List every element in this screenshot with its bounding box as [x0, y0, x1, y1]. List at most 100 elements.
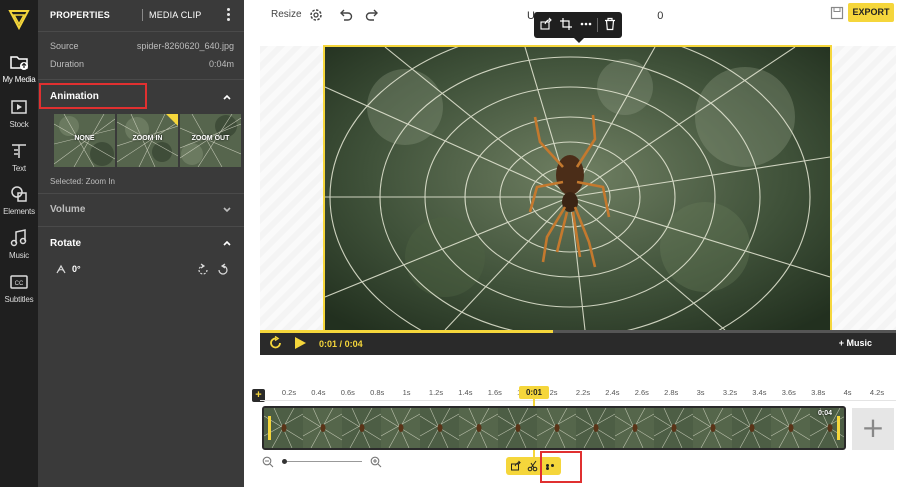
tab-properties[interactable]: PROPERTIES — [50, 10, 110, 20]
zoom-out-icon[interactable] — [262, 456, 274, 468]
animation-options: NONE ZOOM IN ZOOM OUT — [54, 114, 241, 167]
save-icon[interactable] — [829, 5, 845, 21]
rotate-row: 0° — [54, 262, 234, 278]
timeline-ruler[interactable]: 0.2s0.4s0.6s0.8s1s1.2s1.4s1.6s1.8s2s2.2s… — [260, 385, 896, 399]
add-music-button[interactable]: + Music — [839, 338, 872, 348]
zoom-in-icon[interactable] — [370, 456, 382, 468]
export-button[interactable]: EXPORT — [848, 3, 894, 22]
tab-divider — [142, 9, 143, 21]
progress-fill — [260, 330, 553, 333]
rotate-left-icon[interactable] — [196, 263, 210, 277]
floating-toolbar — [534, 12, 622, 43]
volume-title[interactable]: Volume — [50, 204, 85, 215]
timeline-tick-label: 1s — [402, 388, 411, 397]
rail-item-subtitles[interactable]: CC Subtitles — [0, 272, 38, 314]
animation-highlight — [39, 83, 147, 109]
trash-icon[interactable] — [603, 17, 617, 31]
split-scissors-icon[interactable] — [527, 460, 539, 472]
time-display: 0:01 / 0:04 — [319, 339, 363, 349]
rotate-value[interactable]: 0° — [72, 264, 81, 274]
filmstrip-frame — [575, 408, 616, 448]
source-row: Source spider-8260620_640.jpg — [50, 41, 234, 51]
video-track-clip[interactable]: 0:04 — [262, 406, 846, 450]
filmstrip-frame — [458, 408, 499, 448]
current-time: 0:01 — [319, 339, 338, 349]
timeline-tick-label: 3s — [696, 388, 705, 397]
timeline-tick-label: 4.2s — [869, 388, 885, 397]
rail-item-text[interactable]: Text — [0, 141, 38, 183]
animation-selected-text: Selected: Zoom In — [50, 177, 115, 186]
trim-handle-right[interactable] — [837, 416, 840, 440]
filmstrip-frame — [731, 408, 772, 448]
more-options-icon[interactable] — [579, 17, 593, 31]
animation-option-label: NONE — [74, 135, 95, 142]
timeline-tick-label: 2.8s — [664, 388, 679, 397]
redo-icon[interactable] — [364, 7, 380, 23]
svg-text:CC: CC — [15, 281, 24, 287]
replace-icon[interactable] — [510, 460, 522, 472]
toolbar-divider — [597, 18, 598, 32]
undo-icon[interactable] — [338, 7, 354, 23]
replace-icon[interactable] — [539, 17, 553, 31]
timeline-tick-label: 2.6s — [634, 388, 649, 397]
player-controls: 0:01 / 0:04 + Music — [260, 330, 896, 355]
time-separator: / — [339, 339, 343, 349]
rotate-title[interactable]: Rotate — [50, 238, 81, 249]
zoom-slider-track[interactable] — [284, 461, 362, 462]
rail-label: Stock — [9, 120, 29, 129]
source-value: spider-8260620_640.jpg — [136, 41, 234, 51]
clip-filmstrip — [264, 408, 844, 448]
rail-item-my-media[interactable]: My Media — [0, 52, 38, 94]
filmstrip-frame — [341, 408, 382, 448]
source-label: Source — [50, 41, 79, 51]
properties-panel: PROPERTIES MEDIA CLIP Source spider-8260… — [38, 0, 244, 487]
rail-item-music[interactable]: Music — [0, 228, 38, 270]
app-logo-icon[interactable] — [6, 6, 32, 32]
timeline-tick-label: 3.2s — [722, 388, 738, 397]
settings-gear-icon[interactable] — [308, 7, 324, 23]
chevron-up-icon[interactable] — [222, 92, 232, 102]
add-clip-button[interactable]: + — [852, 408, 894, 450]
timeline-tick-label: 0.4s — [311, 388, 326, 397]
play-icon[interactable] — [293, 336, 307, 350]
chevron-up-icon[interactable] — [222, 238, 232, 248]
animation-option-zoom-in[interactable]: ZOOM IN — [117, 114, 178, 167]
resize-button[interactable]: Resize — [271, 9, 302, 20]
timeline-tick-label: 1.4s — [458, 388, 473, 397]
rotate-right-icon[interactable] — [216, 263, 230, 277]
duration-value: 0:04m — [208, 59, 234, 69]
animation-option-label: ZOOM OUT — [191, 135, 230, 142]
kebab-menu-icon[interactable] — [225, 8, 231, 24]
timeline-tick-label: 0.8s — [370, 388, 385, 397]
timeline-tick-label: 3.6s — [781, 388, 796, 397]
filmstrip-frame — [536, 408, 577, 448]
timeline-tick-label: 3.4s — [752, 388, 767, 397]
filmstrip-frame — [653, 408, 694, 448]
rail-item-elements[interactable]: Elements — [0, 184, 38, 226]
folder-upload-icon — [10, 56, 28, 70]
duration-row: Duration 0:04m — [50, 59, 234, 69]
trim-handle-left[interactable] — [268, 416, 271, 440]
tab-media-clip[interactable]: MEDIA CLIP — [149, 10, 202, 20]
chevron-down-icon[interactable] — [222, 204, 232, 214]
rail-label: Music — [9, 251, 29, 260]
crop-icon[interactable] — [559, 17, 573, 31]
animation-option-zoom-out[interactable]: ZOOM OUT — [180, 114, 241, 167]
timeline-tick-label: 2.4s — [605, 388, 620, 397]
spider-web-image — [325, 47, 830, 330]
replay-icon[interactable] — [269, 336, 283, 350]
rail-label: My Media — [2, 75, 36, 84]
cc-icon: CC — [10, 275, 28, 289]
preview-clip[interactable] — [323, 45, 832, 332]
zoom-slider-thumb[interactable] — [282, 459, 287, 464]
rail-item-stock[interactable]: Stock — [0, 97, 38, 139]
left-rail: My Media Stock Text Elements Music CC Su… — [0, 0, 38, 487]
rotate-angle-icon — [56, 264, 66, 274]
timeline-tick-label: 0.6s — [340, 388, 355, 397]
playhead-time-badge[interactable]: 0:01 — [519, 386, 549, 399]
animation-option-none[interactable]: NONE — [54, 114, 115, 167]
ruler-baseline — [260, 400, 896, 401]
timeline-tick-label: 0.2s — [281, 388, 297, 397]
divider — [38, 193, 244, 194]
shapes-icon — [11, 186, 27, 202]
